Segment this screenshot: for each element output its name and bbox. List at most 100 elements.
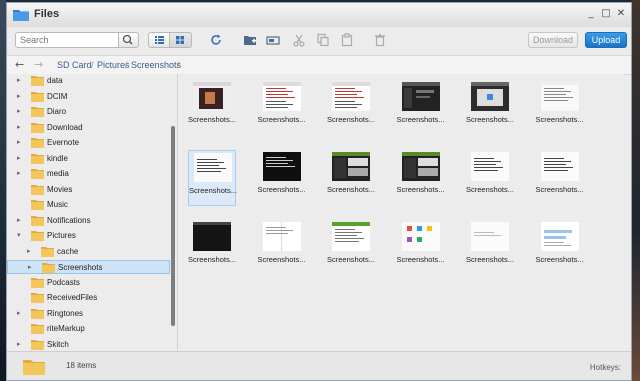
breadcrumb-sd-card[interactable]: SD Card	[57, 60, 92, 70]
sidebar-item[interactable]: ▸ Download	[7, 121, 170, 135]
close-button[interactable]: ✕	[615, 8, 627, 20]
copy-icon[interactable]	[316, 33, 330, 47]
sidebar-item[interactable]: ▸ Screenshots	[7, 260, 170, 274]
sidebar-scrollbar[interactable]	[171, 126, 175, 326]
sidebar-item[interactable]: ▸ media	[7, 167, 170, 181]
file-item[interactable]: Screenshots...	[258, 80, 306, 136]
hotkeys-link[interactable]: Hotkeys:	[590, 363, 621, 372]
file-item[interactable]: Screenshots...	[397, 220, 445, 276]
search-button[interactable]	[119, 32, 139, 48]
sidebar-item-label: Music	[47, 200, 68, 209]
sidebar-item[interactable]: ▸ Evernote	[7, 136, 170, 150]
file-item[interactable]: Screenshots...	[188, 150, 237, 206]
sidebar-item[interactable]: ▾ Pictures	[7, 229, 170, 243]
sidebar-item[interactable]: Movies	[7, 183, 170, 197]
new-folder-icon[interactable]	[243, 33, 257, 47]
folder-icon	[31, 106, 44, 117]
sidebar-item-label: Movies	[47, 184, 73, 194]
sidebar-item[interactable]: ▸ kindle	[7, 152, 170, 166]
sidebar-item[interactable]: ReceivedFiles	[7, 291, 170, 305]
file-name: Screenshots...	[466, 115, 514, 124]
breadcrumb-separator: /	[91, 60, 94, 70]
file-item[interactable]: Screenshots...	[466, 220, 514, 276]
expand-arrow-icon[interactable]: ▸	[17, 340, 21, 348]
file-grid: Screenshots... Screenshots... Screenshots.…	[178, 74, 624, 351]
sidebar-item[interactable]: ▸ Diaro	[7, 105, 170, 119]
file-thumbnail	[194, 153, 232, 182]
sidebar-item[interactable]: riteMarkup	[7, 322, 170, 336]
file-thumbnail	[262, 152, 301, 181]
rename-icon[interactable]	[266, 33, 280, 47]
refresh-icon[interactable]	[209, 33, 223, 47]
grid-view-button[interactable]	[170, 32, 192, 48]
expand-arrow-icon[interactable]: ▸	[17, 154, 21, 162]
file-item[interactable]: Screenshots...	[327, 150, 375, 206]
folder-icon	[42, 262, 55, 273]
minimize-button[interactable]: _	[585, 8, 597, 20]
expand-arrow-icon[interactable]: ▸	[17, 216, 21, 224]
paste-icon[interactable]	[340, 33, 354, 47]
sidebar-item[interactable]: ▸ cache	[7, 245, 170, 259]
expand-arrow-icon[interactable]: ▸	[17, 107, 21, 115]
sidebar-item[interactable]: Podcasts	[7, 276, 170, 290]
sidebar-item[interactable]: ▸ Ringtones	[7, 307, 170, 321]
file-name: Screenshots...	[535, 115, 584, 124]
folder-icon	[31, 168, 44, 179]
expand-arrow-icon[interactable]: ▸	[17, 92, 21, 100]
file-name: Screenshots...	[396, 255, 445, 264]
sidebar-item-label: Screenshots	[58, 263, 103, 272]
sidebar-item[interactable]: ▸ Notifications	[7, 214, 170, 228]
file-item[interactable]: Screenshots...	[397, 80, 445, 136]
expand-arrow-icon[interactable]: ▸	[17, 76, 21, 84]
breadcrumb-separator: /	[125, 60, 128, 70]
sidebar-item[interactable]: ▸ data	[7, 74, 170, 88]
sidebar-item-label: Podcasts	[47, 277, 80, 287]
forward-arrow-icon[interactable]: →	[34, 58, 43, 71]
file-item[interactable]: Screenshots...	[188, 80, 236, 136]
file-item[interactable]: Screenshots...	[536, 150, 584, 206]
download-button[interactable]: Download	[528, 32, 578, 48]
sidebar-item[interactable]: ▸ Skitch	[7, 338, 170, 352]
file-name: Screenshots...	[257, 255, 306, 264]
folder-icon	[41, 246, 54, 257]
expand-arrow-icon[interactable]: ▸	[17, 138, 21, 146]
expand-arrow-icon[interactable]: ▸	[17, 309, 21, 317]
file-item[interactable]: Screenshots...	[536, 220, 584, 276]
back-arrow-icon[interactable]: ←	[15, 58, 24, 71]
sidebar-item-label: media	[47, 169, 69, 178]
expand-arrow-icon[interactable]: ▸	[28, 263, 32, 271]
file-item[interactable]: Screenshots...	[327, 80, 375, 136]
expand-arrow-icon[interactable]: ▸	[17, 169, 21, 177]
file-thumbnail	[401, 152, 440, 181]
file-item[interactable]: Screenshots...	[397, 150, 445, 206]
expand-arrow-icon[interactable]: ▸	[27, 247, 31, 255]
sidebar-item-label: kindle	[47, 153, 68, 163]
file-thumbnail	[262, 82, 301, 111]
file-item[interactable]: Screenshots...	[188, 220, 236, 276]
search-input[interactable]	[15, 32, 119, 48]
file-item[interactable]: Screenshots...	[466, 150, 514, 206]
status-bar: 18 items Hotkeys:	[7, 351, 631, 380]
breadcrumb-screenshots[interactable]: Screenshots	[131, 60, 181, 70]
file-name: Screenshots...	[189, 186, 237, 195]
sidebar-item[interactable]: Music	[7, 198, 170, 212]
sidebar-item[interactable]: ▸ DCIM	[7, 90, 170, 104]
expand-arrow-icon[interactable]: ▸	[17, 123, 21, 131]
file-name: Screenshots...	[257, 115, 306, 124]
title-bar[interactable]: Files _ □ ✕	[7, 3, 631, 28]
list-view-button[interactable]	[148, 32, 170, 48]
folder-app-icon	[13, 10, 29, 21]
maximize-button[interactable]: □	[600, 8, 612, 20]
file-item[interactable]: Screenshots...	[258, 220, 306, 276]
file-item[interactable]: Screenshots...	[536, 80, 584, 136]
file-item[interactable]: Screenshots...	[327, 220, 375, 276]
upload-button[interactable]: Upload	[585, 32, 627, 48]
folder-icon	[31, 215, 44, 226]
delete-icon[interactable]	[373, 33, 387, 47]
collapse-arrow-icon[interactable]: ▾	[17, 231, 21, 239]
file-item[interactable]: Screenshots...	[466, 80, 514, 136]
cut-icon[interactable]	[292, 33, 306, 47]
file-name: Screenshots...	[535, 185, 584, 194]
file-item[interactable]: Screenshots...	[258, 150, 306, 206]
file-thumbnail	[401, 82, 440, 111]
